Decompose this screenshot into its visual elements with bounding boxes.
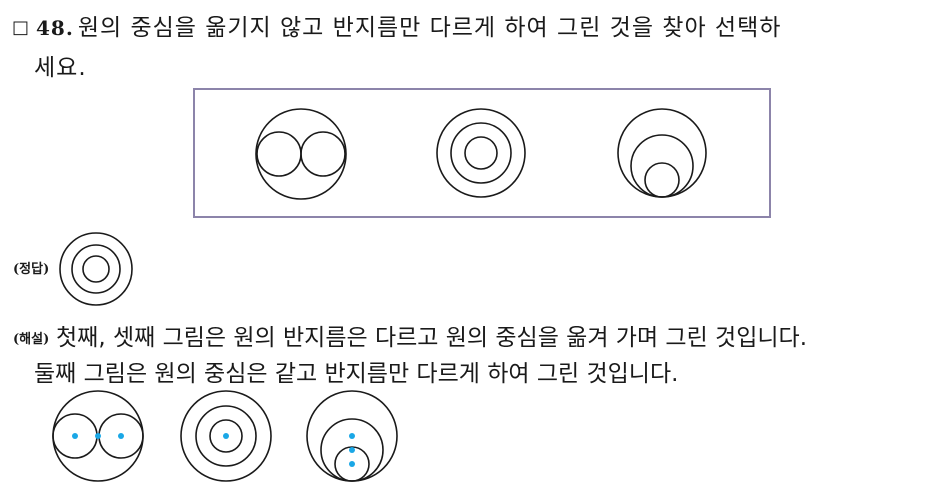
option-1-right-circle [300, 131, 346, 177]
option-3-middle-circle [630, 134, 694, 198]
question-number: 48. [36, 16, 74, 40]
exp1-center-dot-right [118, 433, 124, 439]
option-2-middle-circle [450, 122, 512, 184]
explanation-figure-1 [52, 390, 144, 482]
exp1-center-dot-left [72, 433, 78, 439]
exp3-center-dot-bottom [349, 461, 355, 467]
option-2-inner-circle [464, 136, 498, 170]
answer-inner-circle [82, 255, 110, 283]
explanation-figure [52, 390, 398, 482]
question-line-1: □ 48. 원의 중심을 옮기지 않고 반지름만 다르게 하여 그린 것을 찾아 선… [12, 8, 781, 42]
option-3-inner-circle [644, 162, 680, 198]
exp2-center-dot [223, 433, 229, 439]
option-1-figure[interactable] [255, 108, 347, 200]
option-3-outer-circle [617, 108, 707, 198]
exp1-center-dot-middle [95, 433, 101, 439]
option-1-left-circle [256, 131, 302, 177]
exp3-center-dot-top [349, 433, 355, 439]
explanation-line-2: 둘째 그림은 원의 중심은 같고 반지름만 다르게 하여 그린 것입니다. [34, 361, 679, 387]
answer-figure [59, 232, 133, 306]
explanation-tag: (해설) [13, 332, 50, 347]
question-line-2: 세요. [34, 55, 87, 81]
options-box [193, 88, 771, 218]
option-3-figure[interactable] [617, 108, 707, 198]
options-figure [193, 88, 771, 218]
answer-middle-circle [71, 244, 121, 294]
answer-outer-circle [59, 232, 133, 306]
explanation-figure-2 [180, 390, 272, 482]
answer-tag: (정답) [13, 262, 50, 277]
exp3-center-dot-middle [349, 447, 355, 453]
checkbox-icon[interactable]: □ [12, 17, 30, 38]
explanation-figure-3 [306, 390, 398, 482]
question-text-1: 원의 중심을 옮기지 않고 반지름만 다르게 하여 그린 것을 찾아 선택하 [77, 15, 782, 41]
explanation-line-1: 첫째, 셋째 그림은 원의 반지름은 다르고 원의 중심을 옮겨 가며 그린 것… [56, 325, 808, 351]
option-2-figure[interactable] [436, 108, 526, 198]
